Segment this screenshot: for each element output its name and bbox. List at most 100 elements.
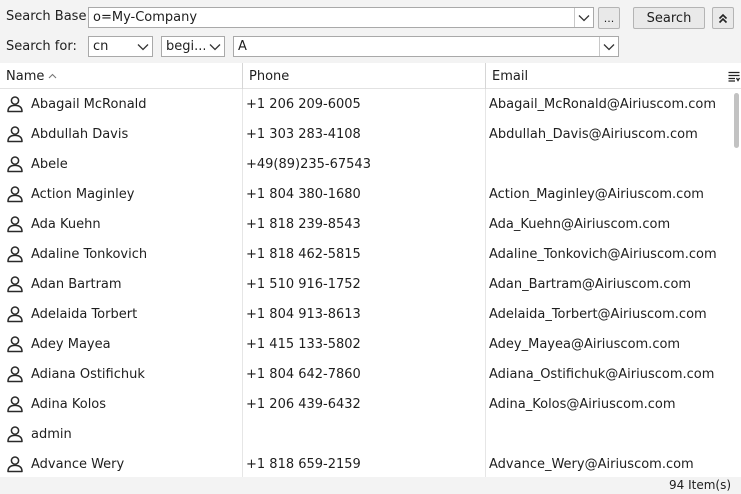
attribute-dropdown-button[interactable] — [133, 37, 152, 56]
table-row[interactable]: Adaline Tonkovich +1 818 462-5815 Adalin… — [0, 239, 732, 269]
search-base-combobox[interactable]: o=My-Company — [88, 7, 594, 28]
email-cell: Adina_Kolos@Airiuscom.com — [489, 389, 727, 419]
email-cell — [489, 419, 727, 449]
person-icon — [7, 156, 23, 173]
table-row[interactable]: Adey Mayea +1 415 133-5802 Adey_Mayea@Ai… — [0, 329, 732, 359]
email-cell: Advance_Wery@Airiuscom.com — [489, 449, 727, 477]
name-cell: Adan Bartram — [6, 269, 242, 299]
name-cell: Ada Kuehn — [6, 209, 242, 239]
name-cell: Abdullah Davis — [6, 119, 242, 149]
contact-name: Adey Mayea — [31, 336, 111, 352]
person-icon — [7, 276, 23, 293]
contact-phone: +1 510 916-1752 — [246, 276, 361, 292]
name-cell: admin — [6, 419, 242, 449]
item-count: 94 Item(s) — [668, 478, 731, 492]
name-cell: Adina Kolos — [6, 389, 242, 419]
contact-phone: +1 804 642-7860 — [246, 366, 361, 382]
email-cell: Adan_Bartram@Airiuscom.com — [489, 269, 727, 299]
table-row[interactable]: admin — [0, 419, 732, 449]
table-row[interactable]: Adina Kolos +1 206 439-6432 Adina_Kolos@… — [0, 389, 732, 419]
name-cell: Adaline Tonkovich — [6, 239, 242, 269]
phone-cell: +1 510 916-1752 — [246, 269, 484, 299]
contact-name: Abele — [31, 156, 68, 172]
operator-value[interactable]: begi... — [162, 39, 205, 54]
contact-phone: +1 818 239-8543 — [246, 216, 361, 232]
table-row[interactable]: Action Maginley +1 804 380-1680 Action_M… — [0, 179, 732, 209]
sort-ascending-icon — [48, 73, 57, 79]
email-cell: Action_Maginley@Airiuscom.com — [489, 179, 727, 209]
person-icon — [7, 126, 23, 143]
name-cell: Adiana Ostifichuk — [6, 359, 242, 389]
column-header-name[interactable]: Name — [0, 63, 243, 89]
search-term-value[interactable]: A — [234, 39, 599, 54]
table-row[interactable]: Abagail McRonald +1 206 209-6005 Abagail… — [0, 89, 732, 119]
person-icon — [7, 366, 23, 383]
phone-cell: +1 206 209-6005 — [246, 89, 484, 119]
search-button[interactable]: Search — [633, 7, 705, 29]
contact-email: Ada_Kuehn@Airiuscom.com — [489, 216, 671, 232]
search-base-value[interactable]: o=My-Company — [89, 10, 574, 25]
person-icon — [7, 186, 23, 203]
contact-email: Adaline_Tonkovich@Airiuscom.com — [489, 246, 717, 262]
table-row[interactable]: Adelaida Torbert +1 804 913-8613 Adelaid… — [0, 299, 732, 329]
contact-name: Adan Bartram — [31, 276, 122, 292]
contact-email: Adiana_Ostifichuk@Airiuscom.com — [489, 366, 715, 382]
operator-combobox[interactable]: begi... — [161, 36, 225, 57]
name-cell: Action Maginley — [6, 179, 242, 209]
person-icon — [7, 336, 23, 353]
column-header-label: Name — [6, 68, 45, 84]
search-for-label: Search for: — [6, 39, 77, 54]
vertical-scrollbar-thumb[interactable] — [734, 93, 739, 148]
table-row[interactable]: Adan Bartram +1 510 916-1752 Adan_Bartra… — [0, 269, 732, 299]
contact-phone: +1 206 439-6432 — [246, 396, 361, 412]
contact-email: Abagail_McRonald@Airiuscom.com — [489, 96, 717, 112]
search-term-dropdown-button[interactable] — [599, 37, 618, 56]
name-cell: Adelaida Torbert — [6, 299, 242, 329]
table-row[interactable]: Adiana Ostifichuk +1 804 642-7860 Adiana… — [0, 359, 732, 389]
phone-cell: +1 818 239-8543 — [246, 209, 484, 239]
contact-name: Action Maginley — [31, 186, 135, 202]
column-header-label: Phone — [249, 68, 290, 84]
column-header-phone[interactable]: Phone — [243, 63, 486, 89]
phone-cell: +1 804 913-8613 — [246, 299, 484, 329]
email-cell: Abagail_McRonald@Airiuscom.com — [489, 89, 727, 119]
column-chooser-button[interactable] — [727, 63, 741, 89]
attribute-value[interactable]: cn — [89, 39, 133, 54]
person-icon — [7, 456, 23, 473]
table-header: Name Phone Email — [0, 63, 741, 89]
contact-phone: +1 804 380-1680 — [246, 186, 361, 202]
contact-phone: +1 303 283-4108 — [246, 126, 361, 142]
phone-cell: +1 818 659-2159 — [246, 449, 484, 477]
browse-button[interactable]: ... — [598, 7, 620, 29]
search-base-dropdown-button[interactable] — [574, 8, 593, 27]
contact-phone: +1 804 913-8613 — [246, 306, 361, 322]
operator-dropdown-button[interactable] — [205, 37, 224, 56]
table-row[interactable]: Abdullah Davis +1 303 283-4108 Abdullah_… — [0, 119, 732, 149]
contact-phone: +1 818 462-5815 — [246, 246, 361, 262]
table-row[interactable]: Ada Kuehn +1 818 239-8543 Ada_Kuehn@Airi… — [0, 209, 732, 239]
chevron-down-icon — [209, 43, 220, 50]
contact-name: Abagail McRonald — [31, 96, 147, 112]
contact-name: Ada Kuehn — [31, 216, 101, 232]
contact-email: Action_Maginley@Airiuscom.com — [489, 186, 704, 202]
contact-phone: +1 818 659-2159 — [246, 456, 361, 472]
phone-cell: +1 804 642-7860 — [246, 359, 484, 389]
table-row[interactable]: Advance Wery +1 818 659-2159 Advance_Wer… — [0, 449, 732, 477]
name-cell: Abele — [6, 149, 242, 179]
phone-cell: +1 415 133-5802 — [246, 329, 484, 359]
contact-name: Adina Kolos — [31, 396, 107, 412]
phone-cell: +1 303 283-4108 — [246, 119, 484, 149]
column-header-email[interactable]: Email — [486, 63, 726, 89]
contact-name: Adaline Tonkovich — [31, 246, 148, 262]
collapse-button[interactable] — [712, 7, 734, 29]
table-row[interactable]: Abele +49(89)235-67543 — [0, 149, 732, 179]
name-cell: Advance Wery — [6, 449, 242, 477]
contact-phone: +1 415 133-5802 — [246, 336, 361, 352]
email-cell: Adaline_Tonkovich@Airiuscom.com — [489, 239, 727, 269]
attribute-combobox[interactable]: cn — [88, 36, 153, 57]
phone-cell: +1 804 380-1680 — [246, 179, 484, 209]
phone-cell — [246, 419, 484, 449]
chevron-down-icon — [137, 43, 148, 50]
contact-name: Adelaida Torbert — [31, 306, 138, 322]
search-term-combobox[interactable]: A — [233, 36, 619, 57]
